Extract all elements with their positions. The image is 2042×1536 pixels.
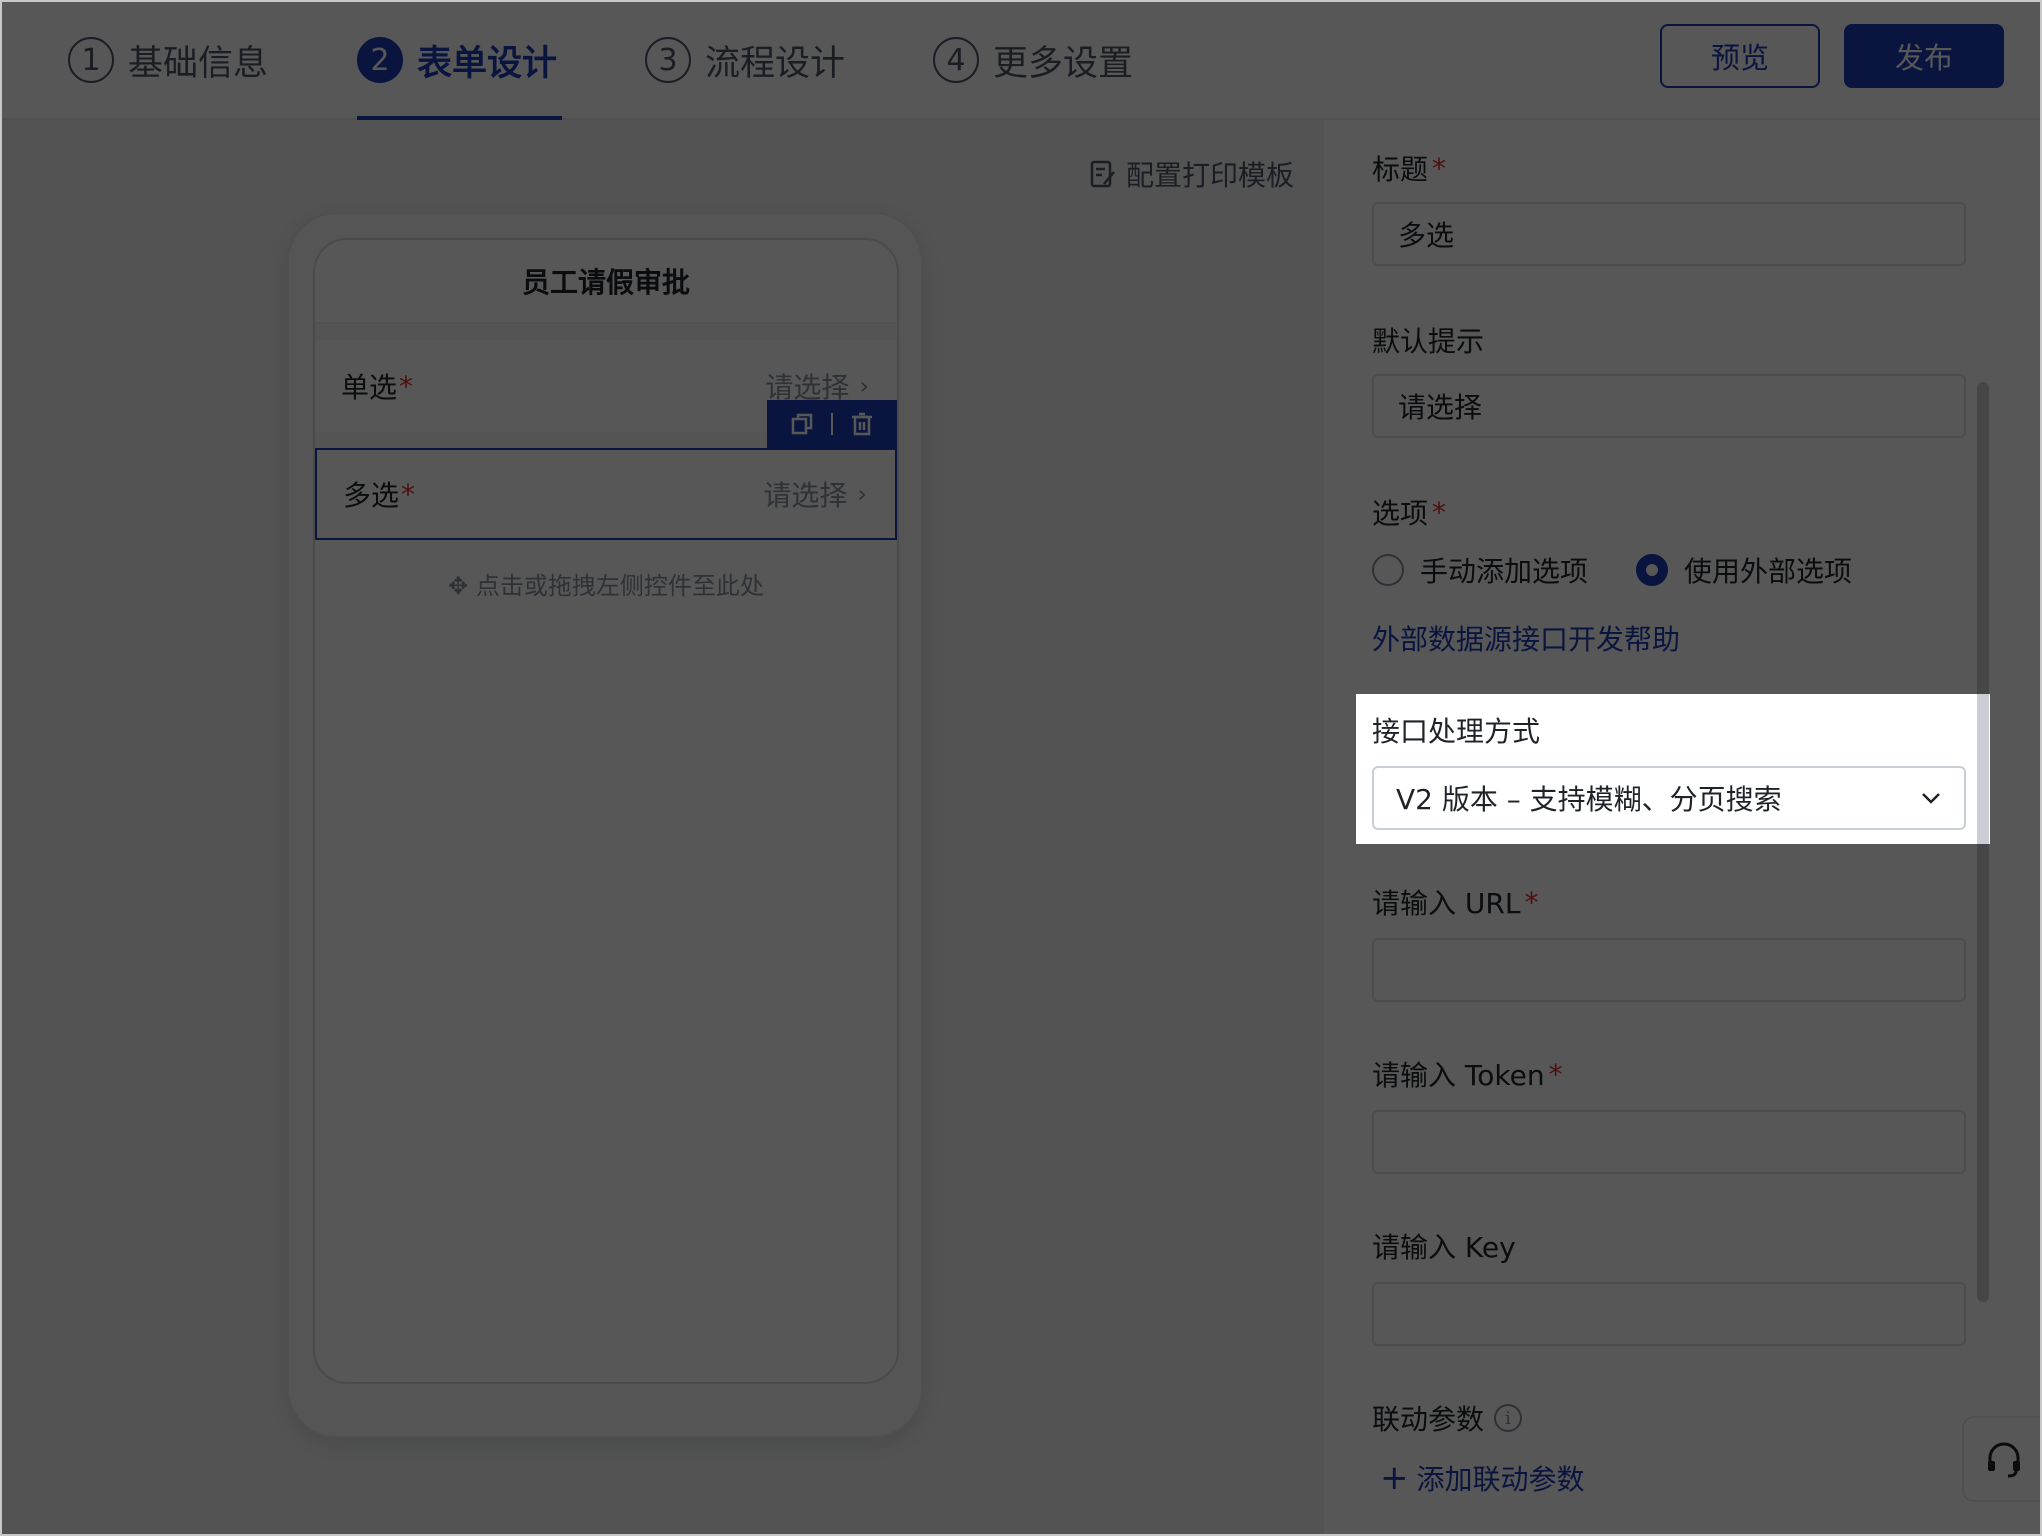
chevron-right-icon: ›: [859, 372, 869, 400]
step-label: 表单设计: [417, 43, 558, 84]
step-more-settings[interactable]: 4 更多设置: [933, 32, 1133, 88]
default-hint-input[interactable]: 请选择: [1372, 374, 1966, 438]
step-number: 2: [357, 37, 403, 83]
step-number: 4: [933, 37, 979, 83]
select-value: V2 版本 – 支持模糊、分页搜索: [1396, 783, 1782, 816]
url-input[interactable]: [1372, 938, 1966, 1002]
properties-panel: 标题 * 多选 默认提示 请选择 选项 * 手动添加选项 使用外部选项 外部数据源接…: [1324, 120, 2040, 1534]
preview-button[interactable]: 预览: [1660, 24, 1820, 88]
panel-scrollbar[interactable]: [1977, 382, 1989, 1302]
phone-screen: 员工请假审批 单选 * 请选择 › 多选 * 请选择 › ✥ 点击或拖拽左侧控件…: [313, 238, 899, 1384]
step-label: 流程设计: [705, 43, 846, 84]
interface-mode-select[interactable]: V2 版本 – 支持模糊、分页搜索: [1372, 766, 1966, 830]
default-hint-label: 默认提示: [1372, 325, 1485, 358]
step-process-design[interactable]: 3 流程设计: [645, 32, 845, 88]
required-mark: *: [399, 369, 414, 403]
form-canvas: 配置打印模板 员工请假审批 单选 * 请选择 › 多选 * 请选择 › ✥ 点击…: [2, 120, 1324, 1534]
info-icon[interactable]: i: [1494, 1404, 1523, 1432]
step-label: 基础信息: [128, 43, 269, 84]
add-linkage-button[interactable]: + 添加联动参数: [1380, 1458, 1585, 1498]
token-label: 请输入 Token *: [1372, 1057, 1563, 1093]
field-toolbar: [767, 400, 897, 448]
drop-hint: ✥ 点击或拖拽左侧控件至此处: [448, 572, 764, 600]
delete-icon[interactable]: [850, 412, 874, 436]
copy-icon[interactable]: [790, 412, 814, 436]
print-template-link[interactable]: 配置打印模板: [1090, 154, 1294, 194]
options-label: 选项 *: [1372, 495, 1447, 531]
headset-icon: [1988, 1442, 2020, 1478]
step-number: 3: [645, 37, 691, 83]
publish-button[interactable]: 发布: [1844, 24, 2004, 88]
url-label: 请输入 URL *: [1372, 885, 1539, 921]
field-label: 单选: [341, 371, 398, 404]
chevron-down-icon: [1922, 793, 1940, 804]
radio-external-options[interactable]: 使用外部选项: [1636, 550, 1852, 590]
field-label: 多选: [343, 479, 400, 512]
support-button[interactable]: [1962, 1416, 2040, 1502]
phone-preview: 员工请假审批 单选 * 请选择 › 多选 * 请选择 › ✥ 点击或拖拽左侧控件…: [287, 212, 923, 1438]
chevron-right-icon: ›: [857, 480, 867, 508]
form-title: 员工请假审批: [315, 240, 897, 324]
token-input[interactable]: [1372, 1110, 1966, 1174]
external-source-help-link[interactable]: 外部数据源接口开发帮助: [1372, 618, 1680, 658]
radio-manual-options[interactable]: 手动添加选项: [1372, 550, 1588, 590]
top-header: 1 基础信息 2 表单设计 3 流程设计 4 更多设置 预览 发布: [2, 2, 2040, 120]
step-basic-info[interactable]: 1 基础信息: [68, 32, 268, 88]
plus-icon: +: [1380, 1458, 1409, 1498]
step-form-design[interactable]: 2 表单设计: [357, 32, 557, 88]
title-input[interactable]: 多选: [1372, 202, 1966, 266]
linkage-label: 联动参数 i: [1372, 1398, 1523, 1438]
edit-doc-icon: [1090, 160, 1115, 188]
required-mark: *: [401, 477, 416, 511]
options-radio-group: 手动添加选项 使用外部选项: [1372, 550, 1900, 590]
print-template-label: 配置打印模板: [1126, 159, 1295, 192]
step-label: 更多设置: [993, 43, 1134, 84]
key-label: 请输入 Key: [1372, 1231, 1516, 1264]
field-placeholder: 请选择 ›: [763, 479, 867, 512]
step-number: 1: [68, 37, 114, 83]
key-input[interactable]: [1372, 1282, 1966, 1346]
title-label: 标题 *: [1372, 151, 1447, 187]
radio-checked-icon: [1636, 554, 1669, 586]
app-frame: 1 基础信息 2 表单设计 3 流程设计 4 更多设置 预览 发布 配置打印模板…: [0, 0, 2042, 1536]
move-icon: ✥: [448, 572, 469, 600]
radio-unchecked-icon: [1372, 554, 1404, 586]
field-multi-select[interactable]: 多选 * 请选择 ›: [315, 400, 897, 540]
interface-mode-label: 接口处理方式: [1372, 715, 1541, 748]
